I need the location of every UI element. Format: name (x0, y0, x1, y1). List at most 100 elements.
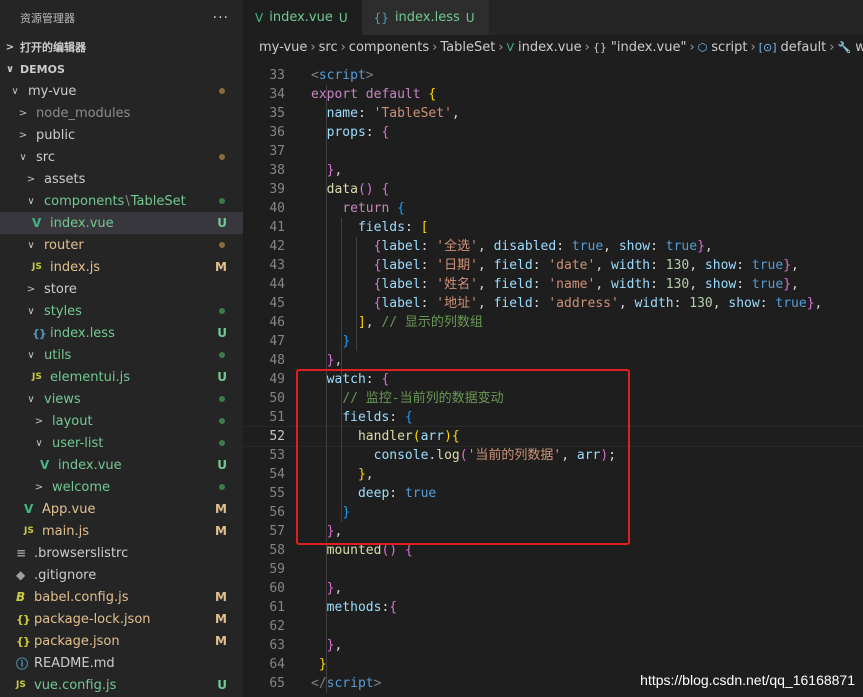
tab-index-vue[interactable]: Vindex.vue U (243, 0, 362, 35)
workspace-section[interactable]: ∨ DEMOS (0, 58, 243, 80)
line-number: 49 (269, 372, 285, 387)
explorer-header: 资源管理器 ··· (0, 0, 243, 36)
breadcrumb-item[interactable]: index.vue (518, 40, 582, 55)
code-line[interactable]: 42 {label: '全选', disabled: true, show: t… (243, 237, 863, 256)
tree-item[interactable]: ∨ user-list (0, 432, 243, 454)
tree-item[interactable]: ⓘ README.md (0, 652, 243, 674)
code-line[interactable]: 62 (243, 617, 863, 636)
tree-item[interactable]: JS index.js M (0, 256, 243, 278)
tree-item[interactable]: ∨ styles (0, 300, 243, 322)
tree-item[interactable]: > assets (0, 168, 243, 190)
code-token: : (365, 372, 382, 387)
code-text: } (311, 655, 327, 674)
code-token: { (404, 410, 413, 425)
tree-item[interactable]: ∨ src (0, 146, 243, 168)
code-line[interactable]: 60 }, (243, 579, 863, 598)
code-line[interactable]: 52 handler(arr){ (243, 426, 863, 447)
tree-item[interactable]: ◆ .gitignore (0, 564, 243, 586)
code-line[interactable]: 48 }, (243, 351, 863, 370)
code-line[interactable]: 59 (243, 560, 863, 579)
tree-item[interactable]: {} package-lock.json M (0, 608, 243, 630)
tree-item[interactable]: > public (0, 124, 243, 146)
tree-item[interactable]: {} package.json M (0, 630, 243, 652)
code-line[interactable]: 50 // 监控-当前列的数据变动 (243, 389, 863, 408)
code-line[interactable]: 61 methods:{ (243, 598, 863, 617)
git-status-badge: U (217, 216, 227, 230)
code-line[interactable]: 40 return { (243, 199, 863, 218)
code-line[interactable]: 44 {label: '姓名', field: 'name', width: 1… (243, 275, 863, 294)
code-token: true (775, 296, 807, 311)
code-line[interactable]: 36 props: { (243, 123, 863, 142)
tab-git-status: U (465, 10, 475, 25)
code-line[interactable]: 55 deep: true (243, 484, 863, 503)
tree-item[interactable]: JS elementui.js U (0, 366, 243, 388)
breadcrumb-item[interactable]: TableSet (440, 40, 495, 55)
breadcrumb-item[interactable]: "index.vue" (611, 40, 687, 55)
code-line[interactable]: 58 mounted() { (243, 541, 863, 560)
code-line[interactable]: 53 console.log('当前的列数据', arr); (243, 446, 863, 465)
code-line[interactable]: 56 } (243, 503, 863, 522)
tab-index-less[interactable]: {} index.less U (361, 0, 489, 35)
tree-item[interactable]: {} index.less U (0, 322, 243, 344)
code-line[interactable]: 37 (243, 142, 863, 161)
code-token: label (381, 296, 421, 311)
code-token: < (311, 68, 319, 83)
tree-item[interactable]: ∨ my-vue (0, 80, 243, 102)
breadcrumb-item[interactable]: script (711, 40, 747, 55)
code-line[interactable]: 57 }, (243, 522, 863, 541)
code-line[interactable]: 47 } (243, 332, 863, 351)
breadcrumb-item[interactable]: w (855, 40, 863, 55)
code-line[interactable]: 33 <script> (243, 66, 863, 85)
tree-item[interactable]: ∨ router (0, 234, 243, 256)
tree-item[interactable]: V App.vue M (0, 498, 243, 520)
code-line[interactable]: 43 {label: '日期', field: 'date', width: 1… (243, 256, 863, 275)
git-status-dot (219, 440, 225, 446)
breadcrumb-item[interactable]: default (781, 40, 827, 55)
tree-item[interactable]: > store (0, 278, 243, 300)
code-token: label (381, 277, 421, 292)
line-number: 47 (269, 334, 285, 349)
tree-item[interactable]: ∨ components \ TableSet (0, 190, 243, 212)
tree-item[interactable]: > layout (0, 410, 243, 432)
tree-item[interactable]: Vindex.vue U (0, 454, 243, 476)
code-token: () (357, 182, 374, 197)
tree-item[interactable]: ∨ utils (0, 344, 243, 366)
code-line[interactable]: 46 ], // 显示的列数组 (243, 313, 863, 332)
tree-item[interactable]: > welcome (0, 476, 243, 498)
git-status-badge: M (215, 612, 227, 626)
code-line[interactable]: 45 {label: '地址', field: 'address', width… (243, 294, 863, 313)
line-number: 63 (269, 638, 285, 653)
js-file-icon: JS (32, 372, 42, 382)
code-text: deep: true (311, 484, 436, 503)
git-status-dot (219, 154, 225, 160)
code-line[interactable]: 41 fields: [ (243, 218, 863, 237)
breadcrumb-item[interactable]: src (319, 40, 338, 55)
code-line[interactable]: 34 export default { (243, 85, 863, 104)
code-token: { (404, 543, 413, 558)
code-line[interactable]: 54 }, (243, 465, 863, 484)
tree-item[interactable]: ∨ views (0, 388, 243, 410)
code-line[interactable]: 63 }, (243, 636, 863, 655)
chevron-down-icon: ∨ (27, 195, 35, 207)
tree-item[interactable]: ≡ .browserslistrc (0, 542, 243, 564)
more-actions-icon[interactable]: ··· (213, 10, 229, 26)
breadcrumb-item[interactable]: my-vue (259, 40, 307, 55)
code-line[interactable]: 35 name: 'TableSet', (243, 104, 863, 123)
code-editor[interactable]: 33 <script> 34 export default {35 name: 'Ta… (243, 66, 863, 697)
tree-item[interactable]: Bbabel.config.js M (0, 586, 243, 608)
tree-item[interactable]: > node_modules (0, 102, 243, 124)
tree-item[interactable]: Vindex.vue U (0, 212, 243, 234)
code-line[interactable]: 51 fields: { (243, 408, 863, 427)
code-line[interactable]: 39 data() { (243, 180, 863, 199)
code-line[interactable]: 38 }, (243, 161, 863, 180)
tree-item[interactable]: JS main.js M (0, 520, 243, 542)
code-line[interactable]: 49 watch: { (243, 370, 863, 389)
code-token: , (814, 296, 823, 311)
tree-item[interactable]: JS vue.config.js U (0, 674, 243, 696)
code-token: , (365, 315, 382, 330)
open-editors-section[interactable]: > 打开的编辑器 (0, 36, 243, 58)
breadcrumb-item[interactable]: components (349, 40, 429, 55)
